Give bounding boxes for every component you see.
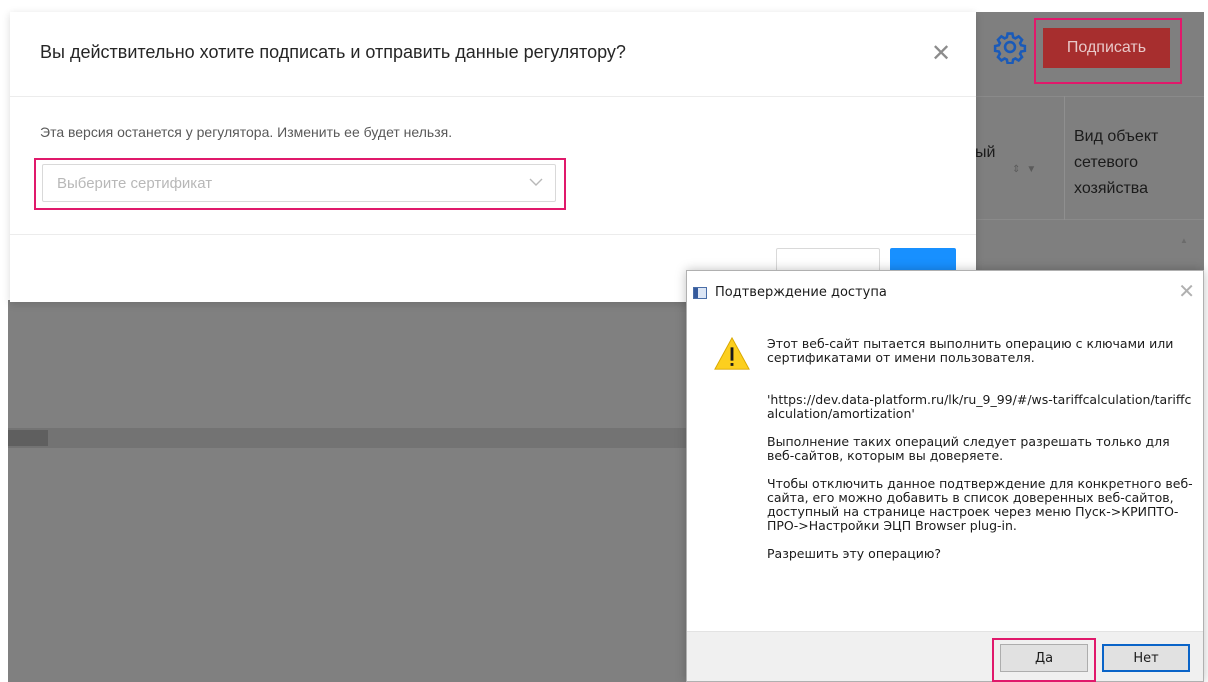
dialog-paragraph: Этот веб-сайт пытается выполнить операци… [767,336,1174,365]
scrollbar-thumb[interactable] [8,430,48,446]
certificate-select[interactable]: Выберите сертификат [42,164,556,202]
dialog-title: Подтверждение доступа [715,285,887,300]
sign-button[interactable]: Подписать [1043,28,1170,68]
modal-message: Эта версия останется у регулятора. Измен… [40,124,453,140]
certificate-select-placeholder: Выберите сертификат [57,175,213,192]
dialog-url: 'https://dev.data-platform.ru/lk/ru_9_99… [767,392,1192,421]
column-divider [1064,96,1065,220]
column-header-object-type: Вид объект сетевого хозяйства [1074,128,1159,197]
close-icon[interactable]: ✕ [929,42,953,66]
sort-filter-icon[interactable]: ⇕▼ [1012,164,1042,175]
access-confirmation-dialog: Подтверждение доступа ✕ Этот веб-сайт пы… [686,270,1204,682]
close-icon[interactable]: ✕ [1178,279,1195,304]
warning-icon [714,336,750,370]
no-button[interactable]: Нет [1102,644,1190,672]
modal-title: Вы действительно хотите подписать и отпр… [40,42,626,62]
divider [10,234,976,235]
window-icon [693,287,707,299]
column-header-partial: ый [975,144,996,161]
dialog-message: Этот веб-сайт пытается выполнить операци… [767,337,1197,575]
sign-confirm-modal: Вы действительно хотите подписать и отпр… [10,12,976,302]
chevron-down-icon [529,178,543,186]
gear-icon[interactable] [993,30,1027,64]
dialog-paragraph: Выполнение таких операций следует разреш… [767,434,1170,463]
scroll-up-icon[interactable]: ▲ [1180,236,1188,245]
divider [10,96,976,97]
yes-button[interactable]: Да [1000,644,1088,672]
dialog-paragraph: Чтобы отключить данное подтверждение для… [767,476,1193,533]
dialog-question: Разрешить эту операцию? [767,546,942,561]
